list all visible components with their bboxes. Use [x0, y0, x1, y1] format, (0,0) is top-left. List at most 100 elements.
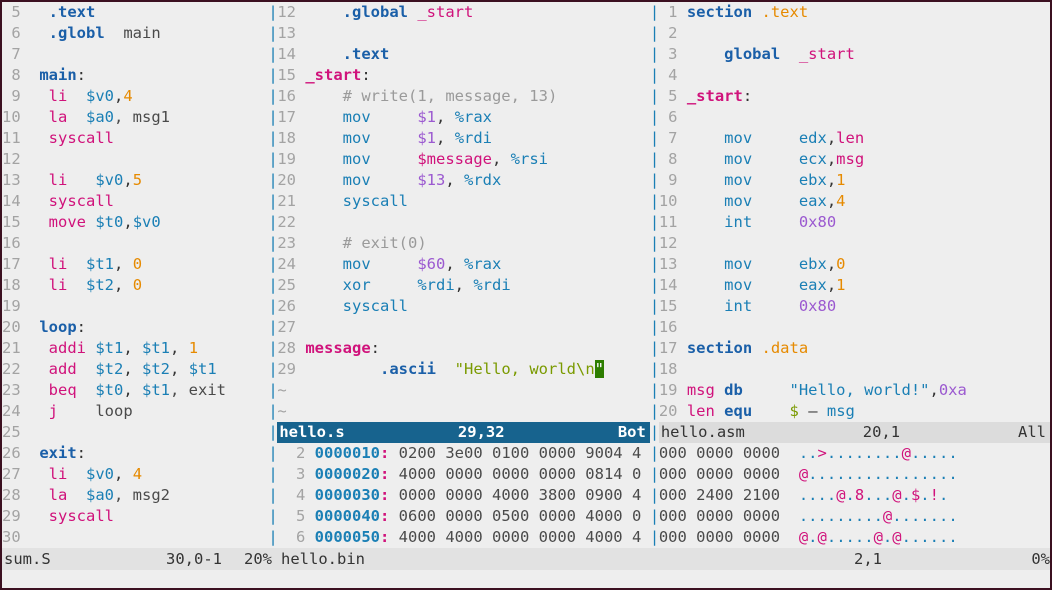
code-line[interactable]: 20 mov $13, %rdx [277, 170, 649, 191]
code-line[interactable]: 6 [659, 107, 1050, 128]
code-line[interactable]: 19 [2, 296, 268, 317]
code-line[interactable]: 5 _start: [659, 86, 1050, 107]
code-line[interactable]: 21 syscall [277, 191, 649, 212]
code-line[interactable]: 23 beq $t0, $t1, exit [2, 380, 268, 401]
code-line[interactable]: 13 li $v0,5 [2, 170, 268, 191]
hex-dump-row-continuation[interactable]: 000 0000 0000 @.@.....@.@...... [659, 527, 1050, 548]
code-line[interactable]: 26 syscall [277, 296, 649, 317]
hex-dump-row-continuation[interactable]: 000 0000 0000 @................ [659, 464, 1050, 485]
hex-dump-row[interactable]: 2 0000010: 0200 3e00 0100 0000 9004 4 [277, 443, 649, 464]
code-line[interactable]: 30 [2, 527, 268, 548]
code-line[interactable]: 4 [659, 65, 1050, 86]
code-line[interactable]: 29 .ascii "Hello, world\n" [277, 359, 649, 380]
code-line[interactable]: 15 _start: [277, 65, 649, 86]
code-line[interactable]: 14 mov eax,1 [659, 275, 1050, 296]
code-line[interactable]: 16 [659, 317, 1050, 338]
code-line[interactable]: 18 [659, 359, 1050, 380]
hex-dump-continuation[interactable]: 000 0000 0000 ..>........@..... 000 0000 … [659, 443, 1050, 548]
pane-hello-asm[interactable]: 1 section .text 2 3 global _start 4 5 _sta… [658, 2, 1050, 548]
code-line[interactable]: 28 message: [277, 338, 649, 359]
code-line[interactable]: 12 [2, 149, 268, 170]
pane-divider-glyph: | [268, 297, 278, 315]
statusline-hello-s[interactable]: hello.s 29,32 Bot [277, 422, 650, 443]
code-line[interactable]: 9 mov ebx,1 [659, 170, 1050, 191]
code-line[interactable]: 10 la $a0, msg1 [2, 107, 268, 128]
hex-gap [305, 528, 314, 546]
code-line[interactable]: 11 int 0x80 [659, 212, 1050, 233]
code-line[interactable]: 24 j loop [2, 401, 268, 422]
code-line[interactable]: 22 add $t2, $t2, $t1 [2, 359, 268, 380]
hex-dump-row[interactable]: 3 0000020: 4000 0000 0000 0000 0814 0 [277, 464, 649, 485]
code-line[interactable]: 12 [659, 233, 1050, 254]
code-line[interactable]: 16 [2, 233, 268, 254]
code-line[interactable]: 27 li $v0, 4 [2, 464, 268, 485]
hex-dump-row[interactable]: 5 0000040: 0600 0000 0500 0000 4000 0 [277, 506, 649, 527]
code-line[interactable]: 25 [2, 422, 268, 443]
pane-divider-glyph: | [268, 528, 278, 546]
code-line[interactable]: 1 section .text [659, 2, 1050, 23]
code-line[interactable]: 22 [277, 212, 649, 233]
pane-divider-glyph: | [649, 192, 660, 210]
code-line[interactable]: 12 .global _start [277, 2, 649, 23]
code-line[interactable]: 28 la $a0, msg2 [2, 485, 268, 506]
code-line[interactable]: 14 syscall [2, 191, 268, 212]
code-line[interactable]: 27 [277, 317, 649, 338]
code-line[interactable]: 17 section .data [659, 338, 1050, 359]
code-line[interactable]: 19 mov $message, %rsi [277, 149, 649, 170]
line-number-gap [21, 423, 30, 441]
code-line[interactable]: 10 mov eax,4 [659, 191, 1050, 212]
code-lines-sum-s[interactable]: 5 .text 6 .globl main 7 8 main: 9 li $v0,4 1… [2, 2, 268, 548]
code-line[interactable]: 21 addi $t1, $t1, 1 [2, 338, 268, 359]
code-line[interactable]: 29 syscall [2, 506, 268, 527]
code-line[interactable]: 25 xor %rdi, %rdi [277, 275, 649, 296]
code-line[interactable]: 20 len equ $ — msg [659, 401, 1050, 422]
code-line[interactable]: 19 msg db "Hello, world!",0xa [659, 380, 1050, 401]
code-line[interactable]: 15 move $t0,$v0 [2, 212, 268, 233]
code-line[interactable]: 9 li $v0,4 [2, 86, 268, 107]
code-line[interactable]: 23 # exit(0) [277, 233, 649, 254]
hex-dump-row-continuation[interactable]: 000 0000 0000 .........@....... [659, 506, 1050, 527]
code-line[interactable]: 11 syscall [2, 128, 268, 149]
line-number-gap [296, 192, 305, 210]
code-line[interactable]: 13 mov ebx,0 [659, 254, 1050, 275]
hex-byte-groups: 000 0000 0000 [658, 507, 799, 525]
pane-hello-s[interactable]: 12 .global _start 13 14 .text 15 _start: 16… [277, 2, 650, 548]
code-line[interactable]: 15 int 0x80 [659, 296, 1050, 317]
code-line[interactable]: 3 global _start [659, 44, 1050, 65]
code-lines-hello-asm[interactable]: 1 section .text 2 3 global _start 4 5 _sta… [659, 2, 1050, 422]
code-line[interactable]: 17 li $t1, 0 [2, 254, 268, 275]
code-line[interactable]: 8 main: [2, 65, 268, 86]
code-line[interactable]: 18 mov $1, %rdi [277, 128, 649, 149]
hex-dump-row-continuation[interactable]: 000 0000 0000 ..>........@..... [659, 443, 1050, 464]
line-number-gap [21, 318, 30, 336]
code-line[interactable]: 16 # write(1, message, 13) [277, 86, 649, 107]
pane-divider-glyph: | [649, 129, 660, 147]
code-line[interactable]: 18 li $t2, 0 [2, 275, 268, 296]
code-line[interactable]: 20 loop: [2, 317, 268, 338]
hex-dump-hello-bin[interactable]: 2 0000010: 0200 3e00 0100 0000 9004 43 0… [277, 443, 649, 548]
code-line[interactable]: 24 mov $60, %rax [277, 254, 649, 275]
line-number-gap [21, 150, 30, 168]
global-status-bar[interactable]: sum.S 30,0-1 20% hello.bin 2,1 0% [2, 548, 1050, 570]
code-line[interactable]: 17 mov $1, %rax [277, 107, 649, 128]
hex-dump-row-continuation[interactable]: 000 2400 2100 ....@.8...@.$.!. [659, 485, 1050, 506]
statusline-hello-asm[interactable]: hello.asm 20,1 All [658, 422, 1050, 443]
code-token: global [724, 45, 781, 63]
code-lines-hello-s[interactable]: 12 .global _start 13 14 .text 15 _start: 16… [277, 2, 649, 380]
pane-sum-s[interactable]: 5 .text 6 .globl main 7 8 main: 9 li $v0,4 1… [2, 2, 269, 548]
code-line[interactable]: 26 exit: [2, 443, 268, 464]
hex-dump-row[interactable]: 4 0000030: 0000 0000 4000 3800 0900 4 [277, 485, 649, 506]
code-token: , msg2 [114, 486, 171, 504]
code-line[interactable]: 14 .text [277, 44, 649, 65]
code-line[interactable]: 6 .globl main [2, 23, 268, 44]
hex-dump-row[interactable]: 6 0000050: 4000 4000 0000 0000 4000 4 [277, 527, 649, 548]
code-line[interactable]: 7 [2, 44, 268, 65]
code-line[interactable]: 13 [277, 23, 649, 44]
code-line[interactable]: 2 [659, 23, 1050, 44]
code-line[interactable]: 5 .text [2, 2, 268, 23]
code-line[interactable]: 7 mov edx,len [659, 128, 1050, 149]
code-line[interactable]: 8 mov ecx,msg [659, 149, 1050, 170]
